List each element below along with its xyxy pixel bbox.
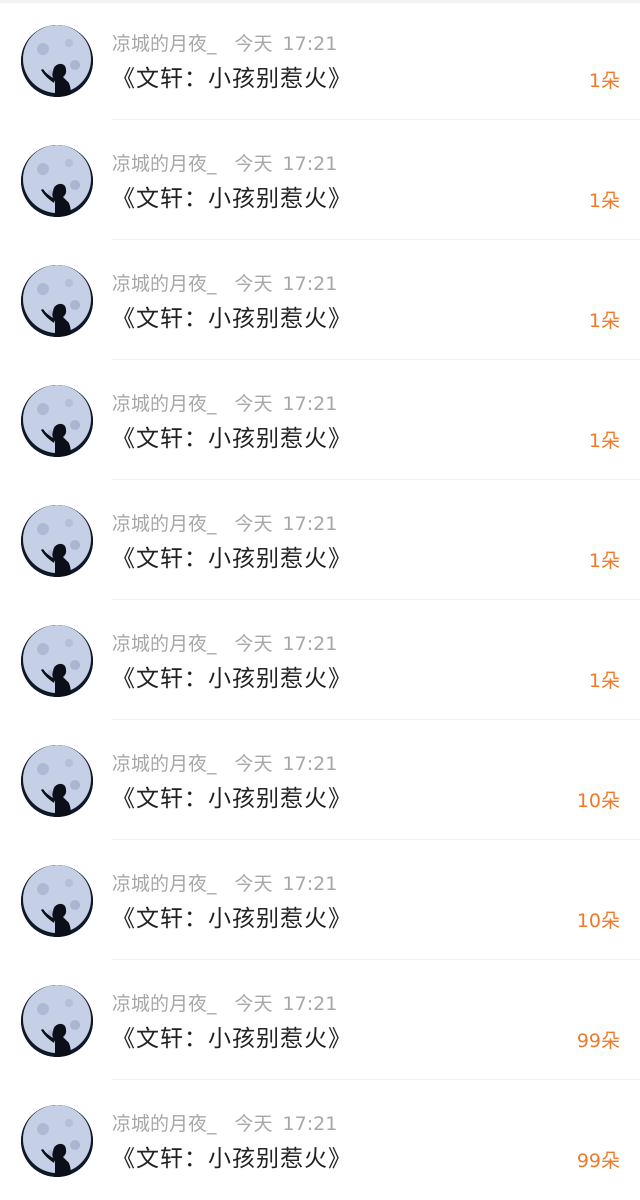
list-item[interactable]: 凉城的月夜_ 今天 17:21 《文轩：小孩别惹火》 99朵 (0, 960, 640, 1080)
timestamp-time: 17:21 (282, 513, 338, 535)
timestamp-day: 今天 (234, 513, 273, 535)
list-item[interactable]: 凉城的月夜_ 今天 17:21 《文轩：小孩别惹火》 10朵 (0, 840, 640, 960)
user-avatar[interactable] (21, 265, 93, 337)
list-item[interactable]: 凉城的月夜_ 今天 17:21 《文轩：小孩别惹火》 1朵 (0, 240, 640, 360)
username[interactable]: 凉城的月夜_ (112, 993, 217, 1015)
timestamp-day: 今天 (234, 393, 273, 415)
moon-silhouette-avatar-icon (21, 865, 93, 937)
book-title[interactable]: 《文轩：小孩别惹火》 (112, 542, 352, 576)
item-meta: 凉城的月夜_ 今天 17:21 (112, 151, 337, 177)
username[interactable]: 凉城的月夜_ (112, 153, 217, 175)
gift-count: 99朵 (576, 1030, 620, 1052)
moon-silhouette-avatar-icon (21, 265, 93, 337)
moon-silhouette-avatar-icon (21, 385, 93, 457)
list-item[interactable]: 凉城的月夜_ 今天 17:21 《文轩：小孩别惹火》 1朵 (0, 360, 640, 480)
list-item[interactable]: 凉城的月夜_ 今天 17:21 《文轩：小孩别惹火》 1朵 (0, 120, 640, 240)
book-title[interactable]: 《文轩：小孩别惹火》 (112, 302, 352, 336)
item-meta: 凉城的月夜_ 今天 17:21 (112, 751, 337, 777)
user-avatar[interactable] (21, 505, 93, 577)
user-avatar[interactable] (21, 985, 93, 1057)
username[interactable]: 凉城的月夜_ (112, 753, 217, 775)
username[interactable]: 凉城的月夜_ (112, 273, 217, 295)
moon-silhouette-avatar-icon (21, 985, 93, 1057)
timestamp-day: 今天 (234, 33, 273, 55)
item-meta: 凉城的月夜_ 今天 17:21 (112, 511, 337, 537)
timestamp-time: 17:21 (282, 1113, 338, 1135)
item-meta: 凉城的月夜_ 今天 17:21 (112, 271, 337, 297)
list-item[interactable]: 凉城的月夜_ 今天 17:21 《文轩：小孩别惹火》 1朵 (0, 480, 640, 600)
list-item[interactable]: 凉城的月夜_ 今天 17:21 《文轩：小孩别惹火》 99朵 (0, 1080, 640, 1200)
book-title[interactable]: 《文轩：小孩别惹火》 (112, 1022, 352, 1056)
timestamp-time: 17:21 (282, 753, 338, 775)
user-avatar[interactable] (21, 745, 93, 817)
timestamp-day: 今天 (234, 993, 273, 1015)
timestamp-time: 17:21 (282, 873, 338, 895)
timestamp-day: 今天 (234, 633, 273, 655)
user-avatar[interactable] (21, 1105, 93, 1177)
gift-count: 99朵 (576, 1150, 620, 1172)
timestamp-time: 17:21 (282, 993, 338, 1015)
item-meta: 凉城的月夜_ 今天 17:21 (112, 1111, 337, 1137)
item-meta: 凉城的月夜_ 今天 17:21 (112, 391, 337, 417)
gift-count: 1朵 (588, 430, 620, 452)
timestamp-day: 今天 (234, 273, 273, 295)
timestamp-time: 17:21 (282, 393, 338, 415)
timestamp-day: 今天 (234, 153, 273, 175)
book-title[interactable]: 《文轩：小孩别惹火》 (112, 62, 352, 96)
timestamp-time: 17:21 (282, 153, 338, 175)
item-meta: 凉城的月夜_ 今天 17:21 (112, 991, 337, 1017)
user-avatar[interactable] (21, 625, 93, 697)
moon-silhouette-avatar-icon (21, 505, 93, 577)
item-meta: 凉城的月夜_ 今天 17:21 (112, 631, 337, 657)
moon-silhouette-avatar-icon (21, 625, 93, 697)
gift-count: 1朵 (588, 670, 620, 692)
book-title[interactable]: 《文轩：小孩别惹火》 (112, 782, 352, 816)
moon-silhouette-avatar-icon (21, 745, 93, 817)
gift-count: 1朵 (588, 190, 620, 212)
list-item[interactable]: 凉城的月夜_ 今天 17:21 《文轩：小孩别惹火》 1朵 (0, 0, 640, 120)
moon-silhouette-avatar-icon (21, 145, 93, 217)
item-meta: 凉城的月夜_ 今天 17:21 (112, 31, 337, 57)
book-title[interactable]: 《文轩：小孩别惹火》 (112, 182, 352, 216)
gift-count: 10朵 (576, 910, 620, 932)
timestamp-time: 17:21 (282, 273, 338, 295)
username[interactable]: 凉城的月夜_ (112, 33, 217, 55)
user-avatar[interactable] (21, 145, 93, 217)
gift-count: 1朵 (588, 70, 620, 92)
moon-silhouette-avatar-icon (21, 1105, 93, 1177)
username[interactable]: 凉城的月夜_ (112, 1113, 217, 1135)
user-avatar[interactable] (21, 25, 93, 97)
username[interactable]: 凉城的月夜_ (112, 873, 217, 895)
timestamp-day: 今天 (234, 753, 273, 775)
user-avatar[interactable] (21, 865, 93, 937)
list-item[interactable]: 凉城的月夜_ 今天 17:21 《文轩：小孩别惹火》 1朵 (0, 600, 640, 720)
gift-count: 1朵 (588, 550, 620, 572)
book-title[interactable]: 《文轩：小孩别惹火》 (112, 902, 352, 936)
gift-count: 10朵 (576, 790, 620, 812)
gift-count: 1朵 (588, 310, 620, 332)
timestamp-time: 17:21 (282, 33, 338, 55)
username[interactable]: 凉城的月夜_ (112, 393, 217, 415)
user-avatar[interactable] (21, 385, 93, 457)
book-title[interactable]: 《文轩：小孩别惹火》 (112, 1142, 352, 1176)
moon-silhouette-avatar-icon (21, 25, 93, 97)
book-title[interactable]: 《文轩：小孩别惹火》 (112, 422, 352, 456)
book-title[interactable]: 《文轩：小孩别惹火》 (112, 662, 352, 696)
timestamp-time: 17:21 (282, 633, 338, 655)
list-item[interactable]: 凉城的月夜_ 今天 17:21 《文轩：小孩别惹火》 10朵 (0, 720, 640, 840)
username[interactable]: 凉城的月夜_ (112, 633, 217, 655)
timestamp-day: 今天 (234, 873, 273, 895)
item-meta: 凉城的月夜_ 今天 17:21 (112, 871, 337, 897)
timestamp-day: 今天 (234, 1113, 273, 1135)
username[interactable]: 凉城的月夜_ (112, 513, 217, 535)
